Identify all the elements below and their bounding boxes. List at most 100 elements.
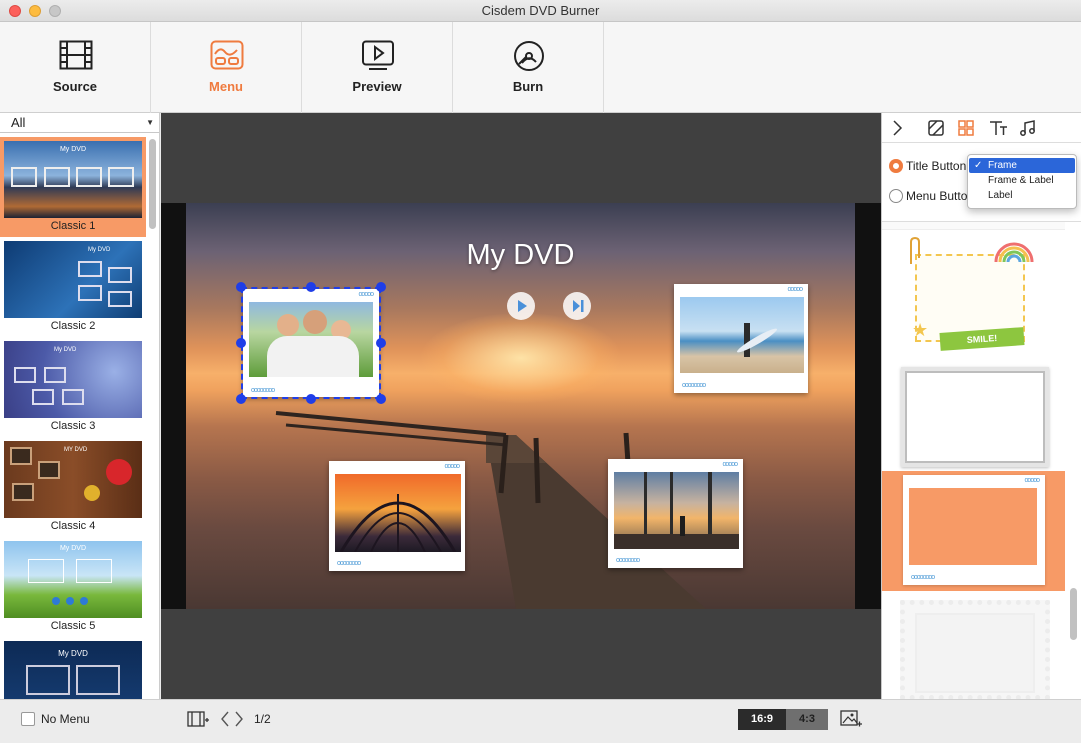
bottom-bar: No Menu 1/2 16:9 4:3 — [0, 699, 1081, 743]
resize-handle[interactable] — [236, 394, 246, 404]
collapse-chevron-icon[interactable] — [891, 119, 903, 137]
paperclip-icon — [910, 236, 920, 264]
aspect-4-3-button[interactable]: 4:3 — [786, 709, 828, 730]
template-panel: All ▼ My DVD Classic 1 My DVD Classic 2 — [0, 113, 160, 699]
airport-photo — [614, 472, 739, 549]
template-classic-2[interactable]: My DVD Classic 2 — [0, 237, 146, 337]
no-menu-label: No Menu — [41, 712, 90, 726]
template-label: Classic 2 — [50, 320, 96, 332]
template-thumbnail: MY DVD — [4, 441, 142, 518]
template-thumbnail: My DVD — [4, 541, 142, 618]
frame-dots: ooooo — [722, 461, 739, 468]
template-classic-6[interactable]: My DVD — [0, 637, 146, 699]
title-button-frame-3[interactable]: ooooo oooooooo — [329, 461, 465, 571]
background-icon[interactable] — [927, 119, 945, 137]
frame-style-dropdown[interactable]: ✓ Frame Frame & Label Label — [967, 154, 1077, 209]
frame-dots: ooooo — [787, 286, 804, 293]
tab-burn[interactable]: Burn — [453, 22, 604, 113]
film-icon — [59, 40, 93, 70]
surfer-photo — [680, 297, 804, 373]
add-background-image-icon[interactable] — [840, 709, 862, 729]
frame-list-scrollbar[interactable] — [1070, 588, 1077, 640]
template-filter-value: All — [11, 115, 26, 130]
frame-style-polaroid[interactable]: ★ SMILE! — [882, 232, 1065, 357]
checkmark-icon: ✓ — [974, 160, 983, 171]
template-classic-4[interactable]: MY DVD Classic 4 — [0, 437, 146, 537]
frame-style-list: ★ SMILE! ooooo oooooooo — [882, 221, 1081, 699]
frame-label-dots: oooooooo — [337, 560, 361, 567]
resize-handle[interactable] — [236, 338, 246, 348]
design-tabs — [882, 113, 1081, 143]
previous-page-icon[interactable] — [220, 710, 230, 728]
resize-handle[interactable] — [306, 282, 316, 292]
minimize-window-button[interactable] — [29, 5, 41, 17]
tab-preview[interactable]: Preview — [302, 22, 453, 113]
window-title: Cisdem DVD Burner — [481, 3, 600, 18]
frame-style-stamp[interactable] — [882, 594, 1065, 699]
dropdown-option-label[interactable]: Label — [969, 188, 1075, 203]
frames-icon[interactable] — [957, 119, 975, 137]
chapter-button[interactable] — [563, 292, 591, 320]
radio-off-icon — [889, 189, 903, 203]
arch-lines — [339, 494, 457, 552]
arches-photo — [335, 474, 461, 552]
frame-dots: ooooo — [1024, 477, 1041, 484]
resize-handle[interactable] — [306, 394, 316, 404]
frame-style-partial[interactable] — [882, 222, 1065, 230]
star-icon: ★ — [912, 320, 929, 340]
play-icon — [518, 300, 527, 312]
title-bar: Cisdem DVD Burner — [0, 0, 1081, 22]
resize-handle[interactable] — [376, 282, 386, 292]
menu-preview-stage: My DVD ooooo oooooooo ooooo oooooooo ooo… — [161, 203, 881, 609]
app-window: Cisdem DVD Burner Source Menu Preview Bu… — [0, 0, 1081, 743]
template-classic-3[interactable]: My DVD Classic 3 — [0, 337, 146, 437]
frame-style-silver[interactable] — [882, 359, 1065, 469]
menu-button-radio[interactable]: Menu Button — [889, 189, 974, 203]
skip-next-icon — [573, 300, 584, 312]
menu-icon — [210, 40, 244, 70]
title-button-frame-2[interactable]: ooooo oooooooo — [674, 284, 808, 393]
frame-label-dots: oooooooo — [616, 557, 640, 564]
template-label: Classic 5 — [50, 620, 96, 632]
title-button-frame-4[interactable]: ooooo oooooooo — [608, 459, 743, 568]
thumb-title: MY DVD — [64, 447, 88, 453]
thumb-title: My DVD — [59, 545, 87, 552]
menu-editor-canvas: My DVD ooooo oooooooo ooooo oooooooo ooo… — [161, 113, 881, 699]
music-icon[interactable] — [1019, 119, 1037, 137]
selection-outline — [241, 287, 381, 399]
close-window-button[interactable] — [9, 5, 21, 17]
play-button[interactable] — [507, 292, 535, 320]
option-label: Frame & Label — [988, 175, 1054, 186]
resize-handle[interactable] — [376, 394, 386, 404]
template-scrollbar[interactable] — [149, 139, 156, 229]
template-classic-5[interactable]: My DVD Classic 5 — [0, 537, 146, 637]
menu-button-label: Menu Button — [906, 189, 975, 203]
resize-handle[interactable] — [376, 338, 386, 348]
design-panel: Title Button Menu Button ✓ Frame Frame & … — [881, 113, 1081, 699]
title-button-frame-1[interactable]: ooooo oooooooo — [236, 282, 386, 404]
tab-source[interactable]: Source — [0, 22, 151, 113]
title-button-radio[interactable]: Title Button — [889, 159, 966, 173]
aspect-16-9-button[interactable]: 16:9 — [738, 709, 786, 730]
menu-title[interactable]: My DVD — [186, 239, 855, 272]
text-icon[interactable] — [988, 119, 1008, 137]
rainbow-icon — [994, 242, 1034, 263]
title-button-label: Title Button — [906, 159, 967, 173]
template-thumbnail: My DVD — [4, 141, 142, 218]
next-page-icon[interactable] — [234, 710, 244, 728]
template-classic-1[interactable]: My DVD Classic 1 — [0, 137, 146, 237]
resize-handle[interactable] — [236, 282, 246, 292]
no-menu-checkbox[interactable] — [21, 712, 35, 726]
template-thumbnail: My DVD — [4, 241, 142, 318]
add-menu-page-icon[interactable] — [187, 710, 209, 728]
tab-menu[interactable]: Menu — [151, 22, 302, 113]
tab-menu-label: Menu — [209, 79, 243, 94]
dropdown-option-frame[interactable]: ✓ Frame — [969, 158, 1075, 173]
dropdown-option-frame-and-label[interactable]: Frame & Label — [969, 173, 1075, 188]
menu-background[interactable]: My DVD ooooo oooooooo ooooo oooooooo ooo… — [186, 203, 855, 609]
template-filter-select[interactable]: All ▼ — [0, 113, 159, 133]
frame-style-orange-selected[interactable]: ooooo oooooooo — [882, 471, 1065, 591]
page-indicator: 1/2 — [254, 712, 271, 726]
zoom-window-button[interactable] — [49, 5, 61, 17]
thumb-title: My DVD — [59, 146, 87, 153]
